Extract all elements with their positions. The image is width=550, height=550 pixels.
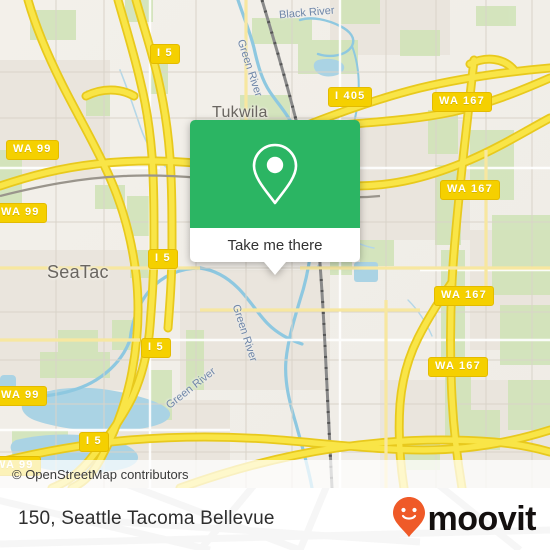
location-callout[interactable]: Take me there <box>190 120 360 275</box>
callout-tail <box>264 262 286 275</box>
take-me-there-button[interactable]: Take me there <box>190 228 360 275</box>
callout-image-area <box>190 120 360 228</box>
map-canvas[interactable]: Tukwila SeaTac Black River Green River G… <box>0 0 550 488</box>
moovit-wordmark: moovit <box>427 500 537 538</box>
map-pin-icon <box>249 140 301 208</box>
map-attribution[interactable]: © OpenStreetMap contributors <box>0 460 550 488</box>
attribution-text: © OpenStreetMap contributors <box>12 466 189 482</box>
page-title: 150, Seattle Tacoma Bellevue <box>18 508 275 529</box>
take-me-there-label: Take me there <box>227 236 323 254</box>
moovit-map-screen: Tukwila SeaTac Black River Green River G… <box>0 0 550 550</box>
moovit-pin-icon <box>392 496 426 543</box>
footer-bar: 150, Seattle Tacoma Bellevue moovit <box>0 488 550 550</box>
moovit-logo[interactable]: moovit <box>392 496 537 543</box>
